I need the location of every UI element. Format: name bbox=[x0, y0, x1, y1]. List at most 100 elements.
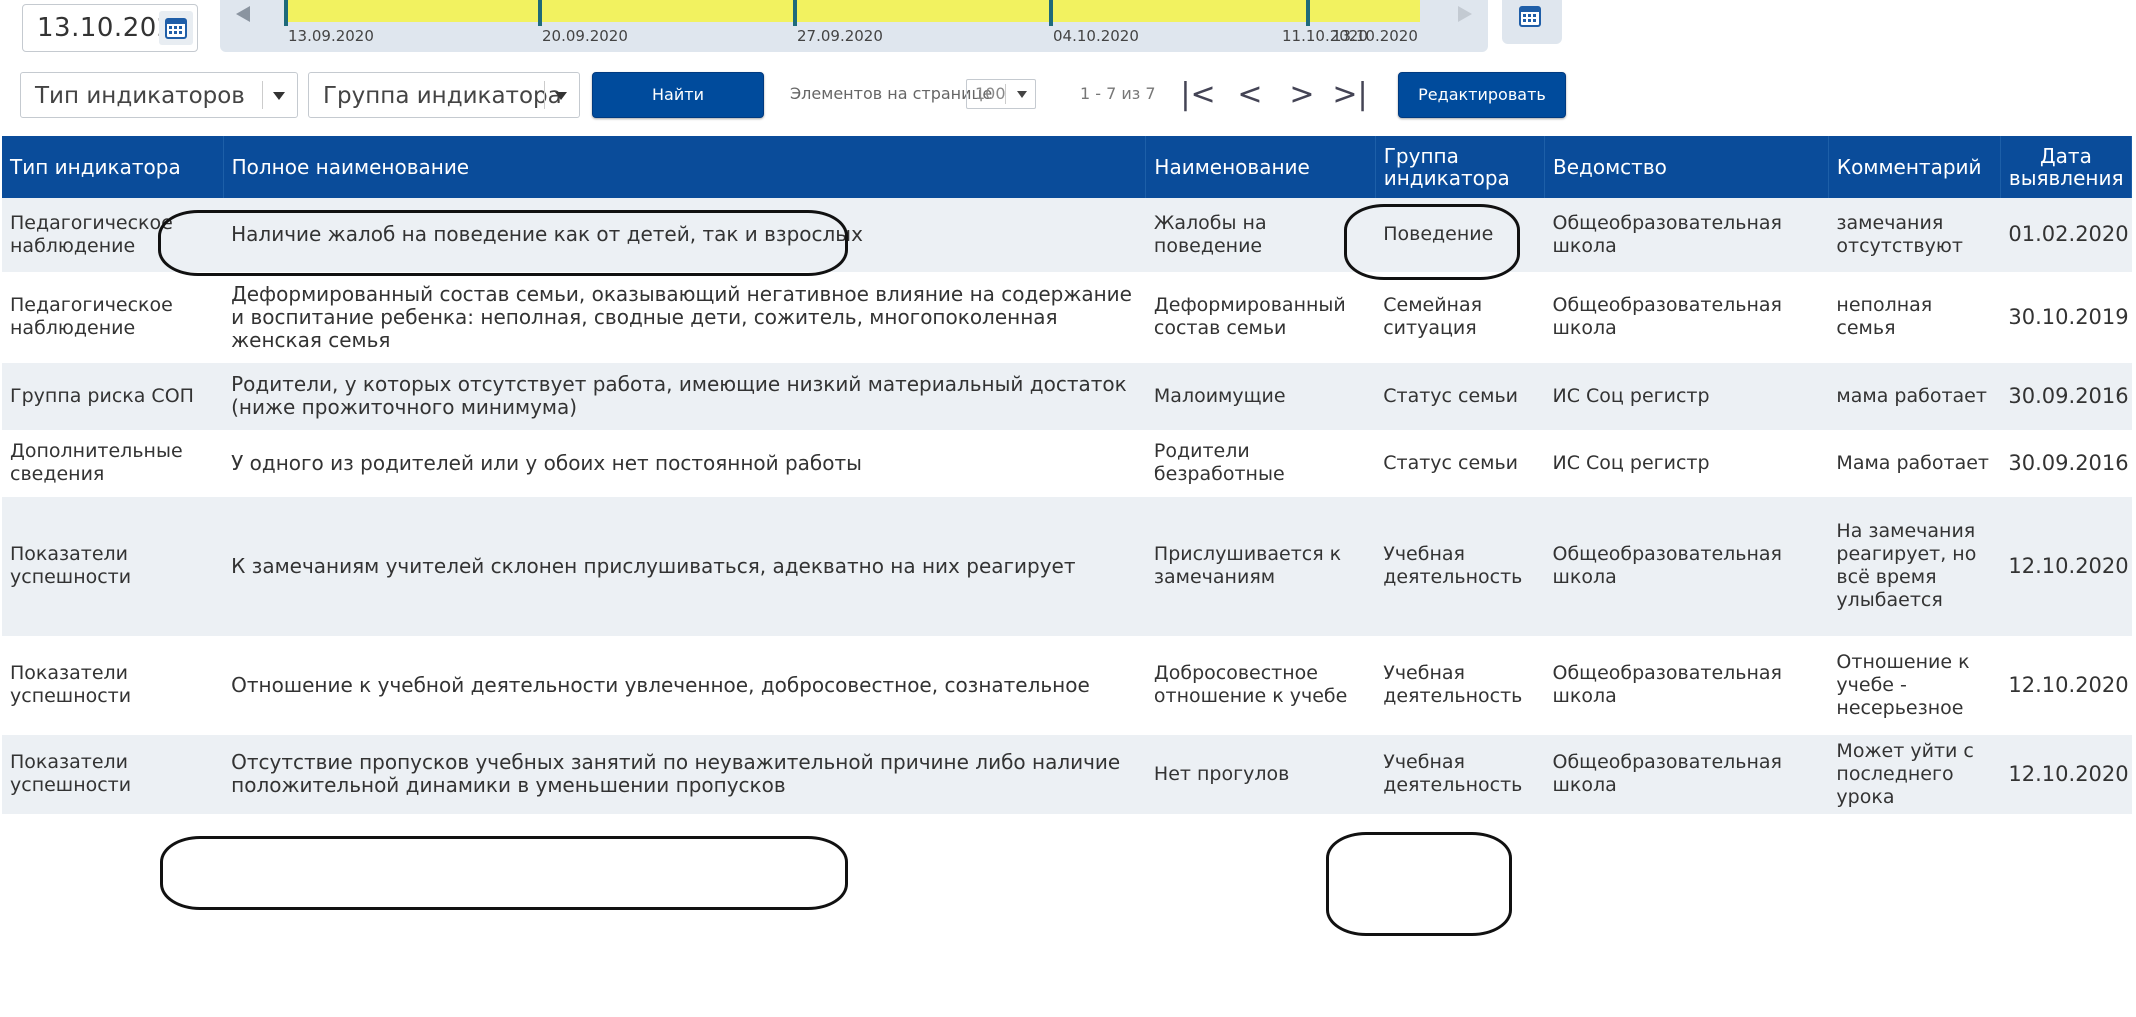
table-row[interactable]: Показатели успешности Отсутствие пропуск… bbox=[2, 734, 2132, 815]
cell-agency: Общеобразовательная школа bbox=[1544, 496, 1829, 637]
highlight-oval bbox=[1326, 832, 1512, 936]
cell-full-name: Наличие жалоб на поведение как от детей,… bbox=[223, 198, 1146, 273]
timeline-tick bbox=[284, 0, 288, 26]
cell-comment: неполная семья bbox=[1828, 272, 2001, 363]
cell-comment: Отношение к учебе - несерьезное bbox=[1828, 636, 2001, 735]
prev-page-button[interactable]: < bbox=[1232, 76, 1268, 116]
cell-agency: Общеобразовательная школа bbox=[1544, 734, 1829, 815]
cell-date: 12.10.2020 bbox=[2000, 636, 2132, 735]
chevron-down-icon[interactable] bbox=[273, 92, 285, 100]
cell-full-name: К замечаниям учителей склонен прислушива… bbox=[223, 496, 1146, 637]
cell-name: Жалобы на поведение bbox=[1145, 198, 1376, 273]
indicator-type-select[interactable]: Тип индикаторов bbox=[20, 72, 298, 118]
table-row[interactable]: Педагогическое наблюдение Наличие жалоб … bbox=[2, 198, 2132, 273]
select-divider bbox=[262, 81, 263, 109]
cell-agency: Общеобразовательная школа bbox=[1544, 636, 1829, 735]
cell-name: Родители безработные bbox=[1145, 430, 1376, 497]
cell-name: Деформированный состав семьи bbox=[1145, 272, 1376, 363]
per-page-label: Элементов на странице bbox=[790, 84, 993, 103]
edit-button[interactable]: Редактировать bbox=[1398, 72, 1566, 118]
table-row[interactable]: Дополнительные сведения У одного из роди… bbox=[2, 430, 2132, 497]
table-row[interactable]: Педагогическое наблюдение Деформированны… bbox=[2, 272, 2132, 363]
date-input[interactable]: 13.10.2020 bbox=[22, 4, 198, 52]
cell-name: Прислушивается к замечаниям bbox=[1145, 496, 1376, 637]
timeline-tick-label: 04.10.2020 bbox=[1053, 27, 1139, 45]
timeline-tick bbox=[793, 0, 797, 26]
timeline-tick-label: 13.09.2020 bbox=[288, 27, 374, 45]
col-header-name[interactable]: Наименование bbox=[1145, 136, 1376, 198]
cell-comment: мама работает bbox=[1828, 362, 2001, 431]
cell-agency: Общеобразовательная школа bbox=[1544, 272, 1829, 363]
per-page-select[interactable]: 100 bbox=[966, 79, 1036, 109]
timeline-tick-label: 27.09.2020 bbox=[797, 27, 883, 45]
cell-type: Показатели успешности bbox=[2, 734, 224, 815]
indicator-group-placeholder: Группа индикатора bbox=[323, 83, 562, 109]
timeline-prev-icon[interactable] bbox=[236, 6, 250, 22]
timeline-tick bbox=[1306, 0, 1310, 26]
cell-group: Поведение bbox=[1375, 198, 1545, 273]
timeline-current-label: 13.10.2020 bbox=[1332, 27, 1418, 45]
cell-agency: Общеобразовательная школа bbox=[1544, 198, 1829, 273]
pager-range: 1 - 7 из 7 bbox=[1080, 84, 1156, 103]
cell-full-name: Отсутствие пропусков учебных занятий по … bbox=[223, 734, 1146, 815]
cell-group: Статус семьи bbox=[1375, 430, 1545, 497]
cell-date: 12.10.2020 bbox=[2000, 496, 2132, 637]
select-divider bbox=[544, 81, 545, 109]
cell-full-name: Родители, у которых отсутствует работа, … bbox=[223, 362, 1146, 431]
timeline-tick bbox=[1049, 0, 1053, 26]
indicators-table: Тип индикатора Полное наименование Наиме… bbox=[2, 136, 2133, 815]
cell-comment: замечания отсутствуют bbox=[1828, 198, 2001, 273]
cell-type: Дополнительные сведения bbox=[2, 430, 224, 497]
last-page-button[interactable]: >| bbox=[1332, 76, 1368, 116]
cell-agency: ИС Соц регистр bbox=[1544, 362, 1829, 431]
cell-name: Нет прогулов bbox=[1145, 734, 1376, 815]
cell-date: 30.10.2019 bbox=[2000, 272, 2132, 363]
cell-full-name: У одного из родителей или у обоих нет по… bbox=[223, 430, 1146, 497]
cell-date: 01.02.2020 bbox=[2000, 198, 2132, 273]
timeline-next-icon[interactable] bbox=[1458, 6, 1472, 22]
indicator-type-placeholder: Тип индикаторов bbox=[35, 83, 245, 109]
table-row[interactable]: Показатели успешности Отношение к учебно… bbox=[2, 636, 2132, 735]
col-header-full-name[interactable]: Полное наименование bbox=[223, 136, 1147, 198]
cell-name: Малоимущие bbox=[1145, 362, 1376, 431]
cell-comment: Может уйти с последнего урока bbox=[1828, 734, 2001, 815]
per-page-value: 100 bbox=[975, 84, 1006, 103]
table-header-row: Тип индикатора Полное наименование Наиме… bbox=[2, 136, 2133, 198]
timeline-period-band bbox=[284, 0, 1420, 22]
col-header-comment[interactable]: Комментарий bbox=[1828, 136, 2001, 198]
cell-full-name: Деформированный состав семьи, оказывающи… bbox=[223, 272, 1146, 363]
cell-date: 30.09.2016 bbox=[2000, 362, 2132, 431]
cell-agency: ИС Соц регистр bbox=[1544, 430, 1829, 497]
cell-type: Показатели успешности bbox=[2, 496, 224, 637]
cell-type: Педагогическое наблюдение bbox=[2, 272, 224, 363]
chevron-down-icon[interactable] bbox=[555, 92, 567, 100]
col-header-date[interactable]: Дата выявления bbox=[2000, 136, 2133, 198]
cell-date: 30.09.2016 bbox=[2000, 430, 2132, 497]
cell-comment: Мама работает bbox=[1828, 430, 2001, 497]
table-row[interactable]: Группа риска СОП Родители, у которых отс… bbox=[2, 362, 2132, 431]
cell-type: Показатели успешности bbox=[2, 636, 224, 735]
cell-comment: На замечания реагирует, но всё время улы… bbox=[1828, 496, 2001, 637]
table-row[interactable]: Показатели успешности К замечаниям учите… bbox=[2, 496, 2132, 637]
highlight-oval bbox=[160, 836, 848, 910]
find-button[interactable]: Найти bbox=[592, 72, 764, 118]
next-page-button[interactable]: > bbox=[1284, 76, 1320, 116]
indicator-group-select[interactable]: Группа индикатора bbox=[308, 72, 580, 118]
timeline-tick-label: 20.09.2020 bbox=[542, 27, 628, 45]
cell-group: Статус семьи bbox=[1375, 362, 1545, 431]
select-divider bbox=[1005, 84, 1006, 104]
cell-group: Учебная деятельность bbox=[1375, 636, 1545, 735]
first-page-button[interactable]: |< bbox=[1180, 76, 1216, 116]
col-header-type[interactable]: Тип индикатора bbox=[2, 136, 224, 198]
cell-group: Учебная деятельность bbox=[1375, 496, 1545, 637]
calendar-icon[interactable] bbox=[159, 11, 193, 45]
col-header-group[interactable]: Группа индикатора bbox=[1375, 136, 1546, 198]
cell-full-name: Отношение к учебной деятельности увлечен… bbox=[223, 636, 1146, 735]
calendar-icon[interactable] bbox=[1502, 0, 1562, 44]
chevron-down-icon[interactable] bbox=[1017, 91, 1027, 98]
cell-type: Педагогическое наблюдение bbox=[2, 198, 224, 273]
cell-type: Группа риска СОП bbox=[2, 362, 224, 431]
timeline[interactable]: 13.09.2020 20.09.2020 27.09.2020 04.10.2… bbox=[220, 0, 1488, 52]
cell-date: 12.10.2020 bbox=[2000, 734, 2132, 815]
col-header-agency[interactable]: Ведомство bbox=[1544, 136, 1829, 198]
